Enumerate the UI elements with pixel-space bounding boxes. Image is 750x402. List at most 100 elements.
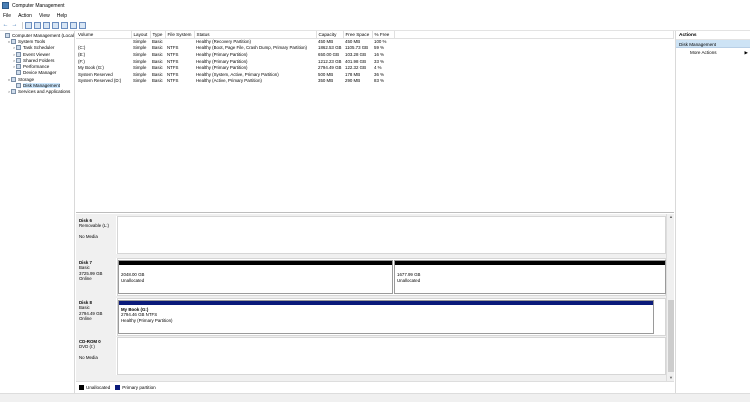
navigation-tree: Computer Management (Local v System Tools >… [0,31,75,393]
export-list-icon[interactable] [52,21,59,29]
column-header[interactable]: File System [165,31,195,39]
help-icon[interactable] [43,21,50,29]
table-row[interactable]: Simple Basic Healthy (Recovery Partition) 4… [76,38,674,45]
table-cell: Healthy (System, Active, Primary Partiti… [196,71,279,77]
disk-row[interactable]: CD-ROM 0 DVD (I:) No Media [76,337,666,375]
table-cell: 59 % [374,45,385,51]
more-actions-item[interactable]: More Actions ▶ [676,48,750,56]
scroll-up-icon[interactable]: ▲ [667,214,675,220]
table-cell: 83 % [374,78,385,84]
new-icon[interactable] [70,21,77,29]
disk-label[interactable]: CD-ROM 0 DVD (I:) No Media [76,337,117,375]
unallocated-partition[interactable]: 1677.99 GB Unallocated [394,260,666,294]
table-row[interactable]: My Book (G:) Simple Basic NTFS Healthy (Prim… [76,64,674,71]
table-cell: 4 % [374,65,382,71]
table-row[interactable]: (C:) Simple Basic NTFS Healthy (Boot, Page F… [76,45,674,52]
table-cell: NTFS [167,71,179,77]
table-cell: NTFS [167,45,179,51]
table-cell: Simple [133,39,147,45]
tree-node-icon [11,76,16,82]
back-arrow-icon[interactable]: ← [2,22,9,29]
table-cell: Healthy (Primary Partition) [196,51,248,57]
menu-view[interactable]: View [39,13,50,19]
tree-item-label: Event Viewer [23,51,50,57]
column-header[interactable]: Status [194,31,317,39]
table-cell-filler [394,58,674,65]
column-header[interactable]: Type [150,31,166,39]
column-header[interactable]: % Free [372,31,395,39]
table-cell: Basic [152,39,163,45]
toolbar: ← → [0,20,750,31]
table-cell: 16 % [374,51,385,57]
menu-help[interactable]: Help [57,13,67,19]
table-row[interactable]: System Reserved Simple Basic NTFS Healthy (S… [76,71,674,78]
column-header-filler [394,31,674,39]
tree-item[interactable]: Computer Management (Local [0,32,74,38]
toolbar-separator [22,21,23,29]
table-cell: 1862.53 GB [318,45,342,51]
disk-label[interactable]: Disk 8 Basic 2794.49 GB Online [76,298,117,336]
legend-unallocated-swatch [79,385,84,390]
disk-label[interactable]: Disk 7 Basic 3725.99 GB Online [76,258,117,296]
table-cell: (E:) [78,51,86,57]
table-cell: System Reserved [78,71,113,77]
disk-view-scrollbar[interactable]: ▲ ▼ [666,214,674,381]
column-header[interactable]: Capacity [316,31,344,39]
table-cell: 36 % [374,71,385,77]
table-cell-filler [394,45,674,52]
actions-pane: Actions Disk Management More Actions ▶ [675,31,750,393]
table-cell: 650.00 GB [318,51,339,57]
table-cell: 450 MB [318,39,334,45]
table-cell: NTFS [167,51,179,57]
disk-partition-area [117,216,666,254]
unallocated-partition[interactable]: 2048.00 GB Unallocated [118,260,393,294]
table-cell: 500 MB [318,71,334,77]
table-row[interactable]: (F:) Simple Basic NTFS Healthy (Primary Part… [76,58,674,65]
disk-row[interactable]: Disk 6 Removable (L:) No Media [76,216,666,254]
table-cell: 1212.23 GB [318,58,342,64]
properties-icon[interactable] [34,21,41,29]
column-header[interactable]: Free Space [343,31,373,39]
partition-status: Unallocated [121,277,145,283]
show-hide-tree-icon[interactable] [25,21,32,29]
table-cell: Simple [133,45,147,51]
primary-partition[interactable]: My Book (G:) 2794.46 GB NTFS Healthy (Prim… [118,300,654,334]
forward-arrow-icon[interactable]: → [11,22,18,29]
table-cell: 401.98 GB [345,58,366,64]
disk-label[interactable]: Disk 6 Removable (L:) No Media [76,216,117,254]
menu-file[interactable]: File [3,13,11,19]
actions-disk-management[interactable]: Disk Management [676,40,750,48]
partition-text: My Book (G:) 2794.46 GB NTFS Healthy (Prim… [119,305,653,325]
table-cell-filler [394,78,674,85]
check-icon[interactable] [61,21,68,29]
table-cell: 122.32 GB [345,65,366,71]
table-cell: 178 MB [345,71,361,77]
table-cell: System Reserved (D:) [78,78,122,84]
partition-text: 1677.99 GB Unallocated [395,265,665,285]
menu-action[interactable]: Action [18,13,32,19]
disk-row[interactable]: Disk 8 Basic 2794.49 GB Online My Book (G:) 2… [76,298,666,336]
view-icon[interactable] [79,21,86,29]
table-cell-filler [394,71,674,78]
table-cell: 350 MB [318,78,334,84]
table-cell: Healthy (Active, Primary Partition) [196,78,262,84]
more-actions-label: More Actions [690,50,717,55]
table-row[interactable]: (E:) Simple Basic NTFS Healthy (Primary Part… [76,51,674,58]
table-row[interactable]: System Reserved (D:) Simple Basic NTFS Healt… [76,78,674,85]
tree-node-icon [11,89,16,95]
column-header[interactable]: Volume [76,31,132,39]
scrollbar-thumb[interactable] [668,300,674,372]
tree-node-icon [16,70,21,76]
tree-item-label: Disk Management [23,83,61,89]
tree-item[interactable]: > Services and Applications [0,89,74,95]
legend-primary-swatch [115,385,121,390]
computer-management-icon [2,2,9,9]
table-cell: Healthy (Recovery Partition) [196,39,251,45]
legend: Unallocated Primary partition [76,381,674,393]
column-header[interactable]: Layout [131,31,151,39]
tree-item-label: Shared Folders [23,57,55,63]
disk-row[interactable]: Disk 7 Basic 3725.99 GB Online 2048.00 GB Un… [76,258,666,296]
tree-node-icon [16,57,21,63]
table-cell: Basic [152,65,163,71]
table-cell: (F:) [78,58,85,64]
